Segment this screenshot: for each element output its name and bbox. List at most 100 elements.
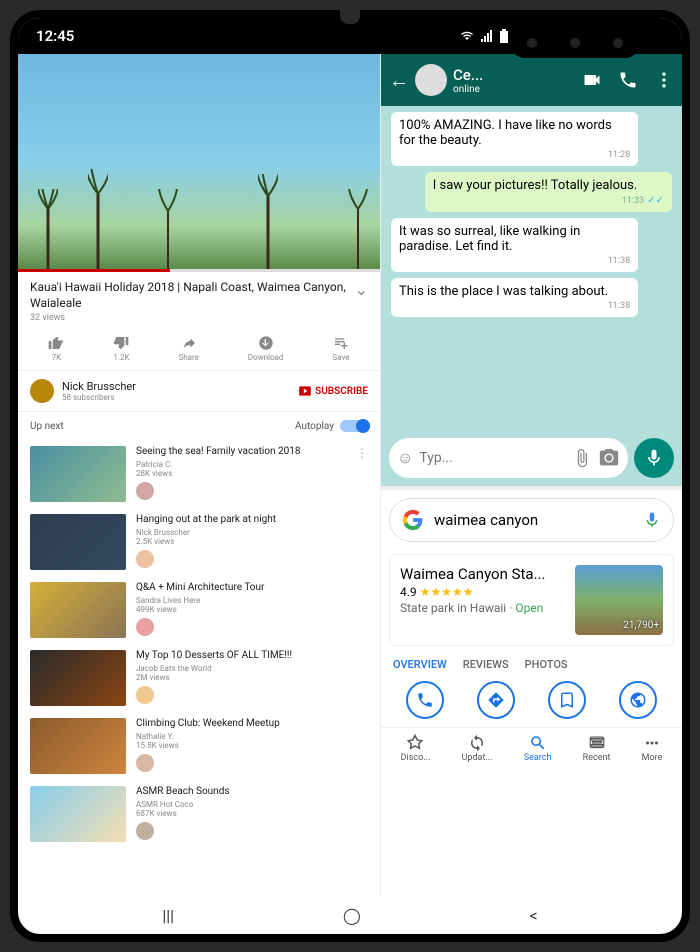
message-text: This is the place I was talking about. [399, 284, 630, 299]
autoplay-label: Autoplay [295, 421, 334, 432]
home-button[interactable]: ◯ [343, 906, 361, 925]
video-item-avatar[interactable] [136, 754, 154, 772]
result-rating: 4.9 [400, 585, 417, 599]
message-text: 100% AMAZING. I have like no words for t… [399, 118, 630, 148]
save-place-button[interactable] [548, 681, 586, 719]
search-bar[interactable] [389, 498, 674, 542]
search-input[interactable] [434, 511, 633, 529]
tab-overview[interactable]: OVERVIEW [393, 658, 447, 671]
message-outgoing[interactable]: I saw your pictures!! Totally jealous.11… [425, 172, 672, 212]
directions-button[interactable] [477, 681, 515, 719]
nav-updates[interactable]: Updat... [462, 734, 493, 763]
save-button[interactable]: Save [332, 335, 349, 362]
video-item-avatar[interactable] [136, 822, 154, 840]
channel-name[interactable]: Nick Brusscher [62, 380, 290, 393]
video-item-channel: Jacob Eats the World [136, 664, 368, 673]
video-list[interactable]: Seeing the sea! Family vacation 2018 Pat… [18, 440, 380, 896]
video-thumbnail[interactable] [30, 650, 126, 706]
video-item-avatar[interactable] [136, 686, 154, 704]
video-thumbnail[interactable] [30, 718, 126, 774]
contact-name[interactable]: Ce... [453, 66, 576, 84]
video-item[interactable]: ASMR Beach Sounds ASMR Hot Coco 687K vie… [18, 780, 380, 848]
video-item-title: Q&A + Mini Architecture Tour [136, 582, 368, 594]
website-button[interactable] [619, 681, 657, 719]
nav-search[interactable]: Search [524, 734, 552, 763]
message-text: I saw your pictures!! Totally jealous. [433, 178, 664, 193]
tab-photos[interactable]: PHOTOS [525, 658, 568, 671]
message-incoming[interactable]: 100% AMAZING. I have like no words for t… [391, 112, 638, 166]
video-item-title: Hanging out at the park at night [136, 514, 368, 526]
video-item-views: 687K views [136, 809, 368, 818]
message-input-box[interactable]: ☺ [389, 438, 628, 478]
like-button[interactable]: 7K [48, 335, 64, 362]
video-call-icon[interactable] [582, 70, 602, 90]
video-item-channel: ASMR Hot Coco [136, 800, 368, 809]
video-item[interactable]: Seeing the sea! Family vacation 2018 Pat… [18, 440, 380, 508]
video-item-title: My Top 10 Desserts OF ALL TIME!!! [136, 650, 368, 662]
dislike-button[interactable]: 1.2K [113, 335, 129, 362]
voice-call-icon[interactable] [618, 70, 638, 90]
video-player[interactable] [18, 54, 380, 269]
call-button[interactable] [406, 681, 444, 719]
youtube-app: Kaua'i Hawaii Holiday 2018 | Napali Coas… [18, 54, 381, 896]
message-incoming[interactable]: This is the place I was talking about.11… [391, 278, 638, 317]
result-card[interactable]: Waimea Canyon Sta... 4.9 ★★★★★ State par… [389, 554, 674, 646]
video-thumbnail[interactable] [30, 514, 126, 570]
video-item-channel: Nick Brusscher [136, 528, 368, 537]
video-item-avatar[interactable] [136, 550, 154, 568]
video-item-avatar[interactable] [136, 618, 154, 636]
emoji-icon[interactable]: ☺ [397, 448, 413, 468]
wifi-icon [459, 30, 475, 42]
video-item-views: 2M views [136, 673, 368, 682]
status-icons [459, 29, 509, 43]
more-icon[interactable] [654, 70, 674, 90]
mic-button[interactable] [634, 438, 674, 478]
video-item-channel: Patricia C. [136, 460, 368, 469]
download-button[interactable]: Download [248, 335, 284, 362]
result-type: State park in Hawaii [400, 601, 506, 615]
back-icon[interactable]: ← [389, 68, 409, 93]
video-item-title: Seeing the sea! Family vacation 2018 [136, 446, 368, 458]
recents-button[interactable]: ||| [162, 906, 174, 925]
nav-more[interactable]: More [642, 734, 663, 763]
attach-icon[interactable] [572, 448, 592, 468]
video-item-channel: Sandra Lives Here [136, 596, 368, 605]
nav-discover[interactable]: Disco... [401, 734, 431, 763]
video-item-views: 28K views [136, 469, 368, 478]
result-image[interactable]: 21,790+ [575, 565, 663, 635]
contact-status: online [453, 84, 576, 95]
video-item-title: ASMR Beach Sounds [136, 786, 368, 798]
tab-reviews[interactable]: REVIEWS [463, 658, 509, 671]
channel-avatar[interactable] [30, 379, 54, 403]
system-nav: ||| ◯ < [18, 896, 682, 934]
video-progress[interactable] [18, 269, 380, 272]
video-thumbnail[interactable] [30, 582, 126, 638]
video-item-avatar[interactable] [136, 482, 154, 500]
video-thumbnail[interactable] [30, 786, 126, 842]
read-ticks-icon: ✓✓ [647, 195, 664, 206]
message-time: 11:38 [399, 256, 630, 266]
back-button[interactable]: < [529, 906, 537, 925]
chevron-down-icon[interactable]: ⌄ [355, 280, 368, 299]
share-button[interactable]: Share [178, 335, 198, 362]
video-item[interactable]: Q&A + Mini Architecture Tour Sandra Live… [18, 576, 380, 644]
signal-icon [480, 30, 494, 42]
autoplay-toggle[interactable] [340, 420, 368, 432]
video-item[interactable]: Climbing Club: Weekend Meetup Nathalie Y… [18, 712, 380, 780]
video-item[interactable]: My Top 10 Desserts OF ALL TIME!!! Jacob … [18, 644, 380, 712]
video-item[interactable]: Hanging out at the park at night Nick Br… [18, 508, 380, 576]
chat-area[interactable]: 100% AMAZING. I have like no words for t… [381, 106, 682, 434]
star-icon: ★★★★★ [420, 585, 474, 599]
contact-avatar[interactable] [415, 64, 447, 96]
voice-search-icon[interactable] [643, 511, 661, 529]
subscribe-button[interactable]: SUBSCRIBE [298, 384, 368, 398]
message-input[interactable] [419, 450, 566, 466]
more-options-icon[interactable]: ⋮ [356, 446, 368, 460]
up-next-label: Up next [30, 421, 64, 432]
whatsapp-app: ← Ce... online 100% AMAZING. I have like… [381, 54, 682, 486]
video-thumbnail[interactable] [30, 446, 126, 502]
nav-recent[interactable]: Recent [583, 734, 611, 763]
camera-icon[interactable] [598, 447, 620, 469]
message-incoming[interactable]: It was so surreal, like walking in parad… [391, 218, 638, 272]
battery-icon [499, 29, 509, 43]
